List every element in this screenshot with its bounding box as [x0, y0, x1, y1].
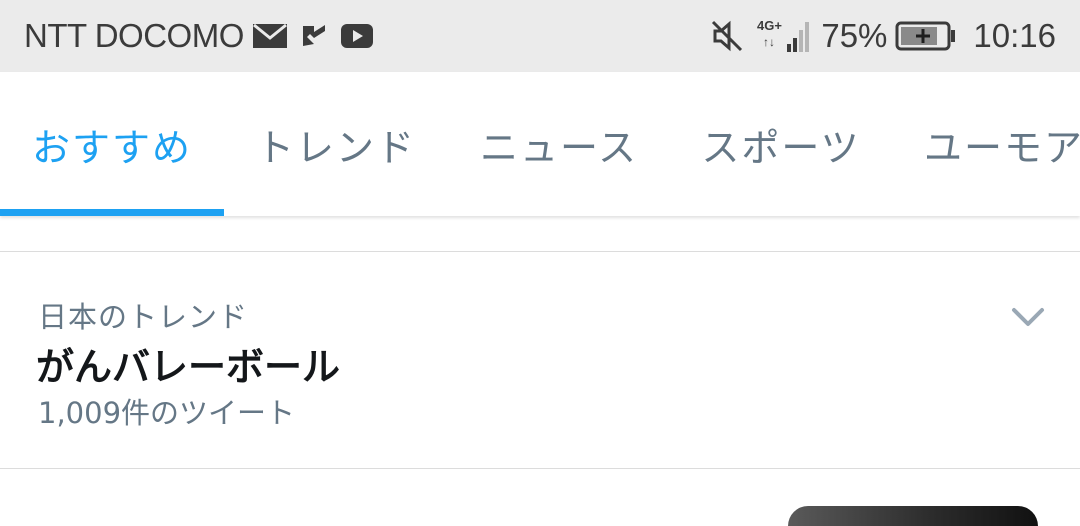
- trend-context: 日本のトレンド: [38, 300, 249, 334]
- battery-charging-icon: [895, 21, 956, 51]
- next-item-thumbnail: [788, 506, 1038, 526]
- chevron-down-icon[interactable]: [1008, 302, 1048, 332]
- tab-news[interactable]: ニュース: [448, 72, 670, 216]
- check-badge-icon: [302, 25, 325, 46]
- carrier-name: NTT DOCOMO: [24, 17, 244, 54]
- explore-tabs: おすすめ トレンド ニュース スポーツ ユーモア: [0, 72, 1080, 216]
- tab-humor[interactable]: ユーモア: [892, 72, 1080, 216]
- network-type-label: 4G+: [757, 18, 782, 33]
- trend-item[interactable]: 日本のトレンド がんバレーボール 1,009件のツイート: [0, 252, 1080, 468]
- notification-icons: [252, 22, 374, 50]
- clock: 10:16: [973, 17, 1056, 54]
- trend-tweet-count: 1,009件のツイート: [38, 396, 296, 430]
- battery-percent: 75%: [821, 17, 888, 54]
- system-icons: 4G+ ↑↓ 75% 10:16: [709, 16, 1056, 56]
- divider: [0, 468, 1080, 469]
- active-tab-indicator: [0, 209, 224, 216]
- youtube-icon: [340, 24, 373, 48]
- mute-icon: [712, 20, 743, 52]
- mail-icon: [252, 23, 287, 48]
- tab-recommended[interactable]: おすすめ: [0, 72, 224, 216]
- svg-text:↑↓: ↑↓: [763, 35, 775, 49]
- tab-sports[interactable]: スポーツ: [670, 72, 892, 216]
- 4g-signal-icon: 4G+ ↑↓: [757, 18, 810, 52]
- tab-trends[interactable]: トレンド: [224, 72, 448, 216]
- trend-title: がんバレーボール: [36, 345, 341, 389]
- status-bar: NTT DOCOMO 4G+ ↑↓ 75% 10:16: [0, 0, 1080, 72]
